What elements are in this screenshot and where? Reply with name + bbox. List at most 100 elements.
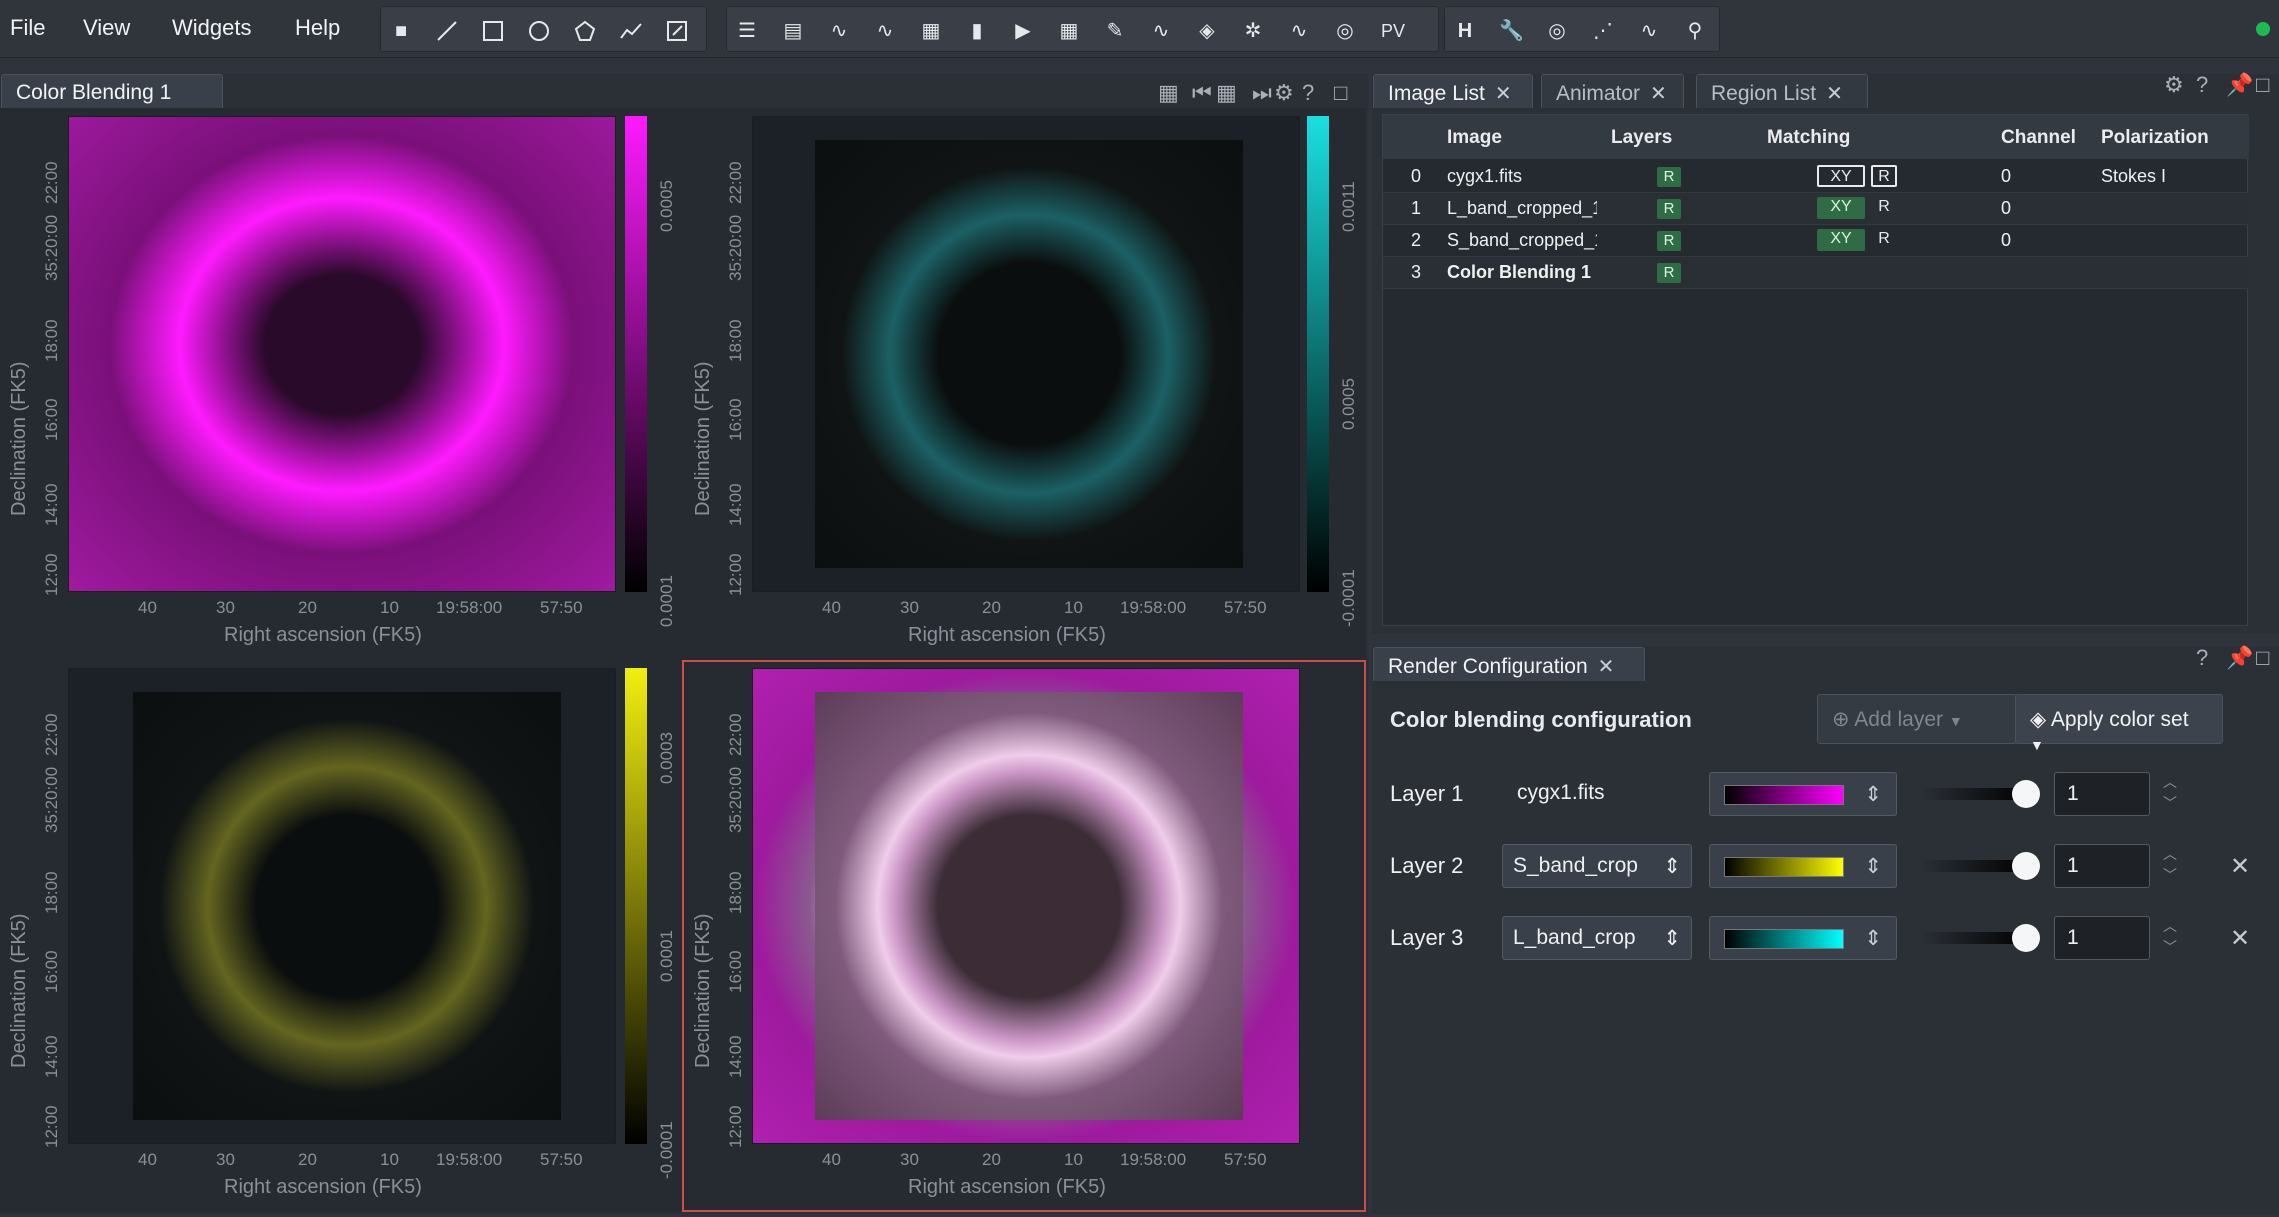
image-data (815, 140, 1243, 568)
updown-caret-icon: ⇕ (1864, 855, 1882, 878)
grid-view-icon[interactable]: ▦ (1158, 80, 1179, 106)
pin-icon[interactable]: 📌 (2226, 72, 2253, 98)
polygon-icon[interactable] (573, 19, 597, 43)
tab-color-blending[interactable]: Color Blending 1 (1, 74, 223, 108)
alpha-stepper[interactable]: ︿ ﹀ (2154, 844, 2186, 888)
updown-caret-icon: ⇕ (1663, 855, 1681, 878)
tiles-icon[interactable]: ▦ (1216, 80, 1237, 106)
menu-help[interactable]: Help (295, 15, 340, 41)
line-icon[interactable] (435, 19, 459, 43)
alpha-input[interactable]: 1 (2054, 772, 2150, 816)
spectral-profiler-icon[interactable]: ∿ (873, 19, 897, 43)
annotation-icon[interactable] (665, 19, 689, 43)
vector-field-icon[interactable]: ⋰ (1591, 19, 1615, 43)
layers-icon[interactable]: ◈ (1195, 19, 1219, 43)
settings-icon[interactable]: ⚙ (2164, 72, 2184, 98)
menu-widgets[interactable]: Widgets (172, 15, 251, 41)
spatial-profiler-icon[interactable]: ∿ (827, 19, 851, 43)
polyline-icon[interactable] (619, 19, 643, 43)
edit-icon[interactable]: ✎ (1103, 19, 1127, 43)
alpha-slider-knob[interactable] (2012, 780, 2040, 808)
maximize-icon[interactable]: □ (2256, 72, 2269, 98)
histogram-icon[interactable]: ▮ (965, 19, 989, 43)
alpha-stepper[interactable]: ︿ ﹀ (2154, 772, 2186, 816)
colormap-select[interactable]: ⇕ (1709, 772, 1897, 816)
last-page-icon[interactable]: ⏭ (1252, 80, 1272, 106)
menu-view[interactable]: View (83, 15, 130, 41)
apply-color-set-button[interactable]: ◈ Apply color set ▼ (2015, 694, 2223, 753)
image-canvas[interactable] (68, 116, 616, 592)
help-icon[interactable]: ? (2196, 72, 2208, 98)
delete-layer-icon[interactable]: ✕ (2230, 924, 2250, 953)
close-icon[interactable]: ✕ (1495, 83, 1512, 105)
y-tick-label: 35:20:00 (42, 214, 61, 281)
delete-layer-icon[interactable]: ✕ (2230, 852, 2250, 881)
y-tick-label: 16:00 (42, 398, 61, 441)
x-tick-label: 40 (138, 1150, 157, 1169)
col-channel[interactable]: Channel (2001, 127, 2076, 149)
moments-icon[interactable]: ◎ (1333, 19, 1357, 43)
col-polarization[interactable]: Polarization (2101, 127, 2209, 149)
tab-label: Animator (1556, 82, 1641, 105)
hdu-icon[interactable]: H (1453, 19, 1477, 43)
alpha-slider-knob[interactable] (2012, 924, 2040, 952)
alpha-slider-knob[interactable] (2012, 852, 2040, 880)
region-list-icon[interactable]: ☰ (735, 19, 759, 43)
add-layer-button[interactable]: ⊕ Add layer ▼ (1817, 694, 2017, 744)
pin-icon[interactable]: 📌 (2226, 645, 2253, 671)
fitting-icon[interactable]: ∿ (1637, 19, 1661, 43)
image-info-icon[interactable]: ▤ (781, 19, 805, 43)
chevron-down-icon[interactable]: ﹀ (2163, 939, 2177, 955)
point-icon[interactable]: ■ (389, 19, 413, 43)
row-index: 3 (1411, 262, 1422, 282)
close-icon[interactable]: ✕ (1826, 83, 1843, 105)
pv-generator-icon[interactable]: PV (1377, 19, 1409, 43)
contour-icon[interactable]: ◎ (1545, 19, 1569, 43)
stokes-icon[interactable]: ∿ (1149, 19, 1173, 43)
x-tick-label: 20 (982, 1150, 1001, 1169)
close-icon[interactable]: ✕ (1598, 656, 1615, 678)
layer-image-select[interactable]: S_band_crop ⇕ (1502, 844, 1692, 888)
wrench-icon[interactable]: 🔧 (1499, 19, 1524, 43)
animator-icon[interactable]: ▶ (1011, 19, 1035, 43)
chevron-down-icon[interactable]: ﹀ (2163, 867, 2177, 883)
help-icon[interactable]: ? (1302, 80, 1314, 106)
y-tick-label: 22:00 (42, 161, 61, 204)
settings-icon[interactable]: ⚙ (1274, 80, 1294, 106)
colormap-select[interactable]: ⇕ (1709, 844, 1897, 888)
colorbar-tick-label: 0.0001 (657, 929, 676, 982)
x-tick-label: 30 (216, 1150, 235, 1169)
alpha-stepper[interactable]: ︿ ﹀ (2154, 916, 2186, 960)
catalog-icon[interactable]: ✲ (1241, 19, 1265, 43)
colormap-select[interactable]: ⇕ (1709, 916, 1897, 960)
chevron-up-icon[interactable]: ︿ (2163, 774, 2177, 790)
chevron-down-icon[interactable]: ﹀ (2163, 795, 2177, 811)
online-catalog-icon[interactable]: ⚲ (1683, 19, 1707, 43)
spectral-line-icon[interactable]: ∿ (1287, 19, 1311, 43)
help-icon[interactable]: ? (2196, 645, 2208, 671)
tab-image-list[interactable]: Image List ✕ (1373, 74, 1533, 108)
col-layers[interactable]: Layers (1611, 127, 1672, 149)
maximize-icon[interactable]: □ (2256, 645, 2269, 671)
first-page-icon[interactable]: ⏮ (1192, 80, 1212, 106)
chevron-up-icon[interactable]: ︿ (2163, 918, 2177, 934)
maximize-icon[interactable]: □ (1334, 80, 1347, 106)
layer-image-select[interactable]: L_band_crop ⇕ (1502, 916, 1692, 960)
alpha-input[interactable]: 1 (2054, 916, 2150, 960)
chevron-up-icon[interactable]: ︿ (2163, 846, 2177, 862)
col-image[interactable]: Image (1447, 127, 1502, 149)
y-tick-label: 12:00 (42, 1105, 61, 1148)
tab-region-list[interactable]: Region List ✕ (1696, 74, 1868, 108)
col-matching[interactable]: Matching (1767, 127, 1850, 149)
close-icon[interactable]: ✕ (1650, 83, 1667, 105)
statistics-icon[interactable]: ▦ (919, 19, 943, 43)
rectangle-icon[interactable] (481, 19, 505, 43)
tab-animator[interactable]: Animator ✕ (1541, 74, 1684, 108)
layer-label: Layer 1 (1390, 781, 1464, 806)
ellipse-icon[interactable] (527, 19, 551, 43)
tab-render-configuration[interactable]: Render Configuration ✕ (1373, 647, 1645, 681)
render-config-icon[interactable]: ▦ (1057, 19, 1081, 43)
menu-file[interactable]: File (10, 15, 45, 41)
y-tick-label: 22:00 (726, 713, 745, 756)
alpha-input[interactable]: 1 (2054, 844, 2150, 888)
